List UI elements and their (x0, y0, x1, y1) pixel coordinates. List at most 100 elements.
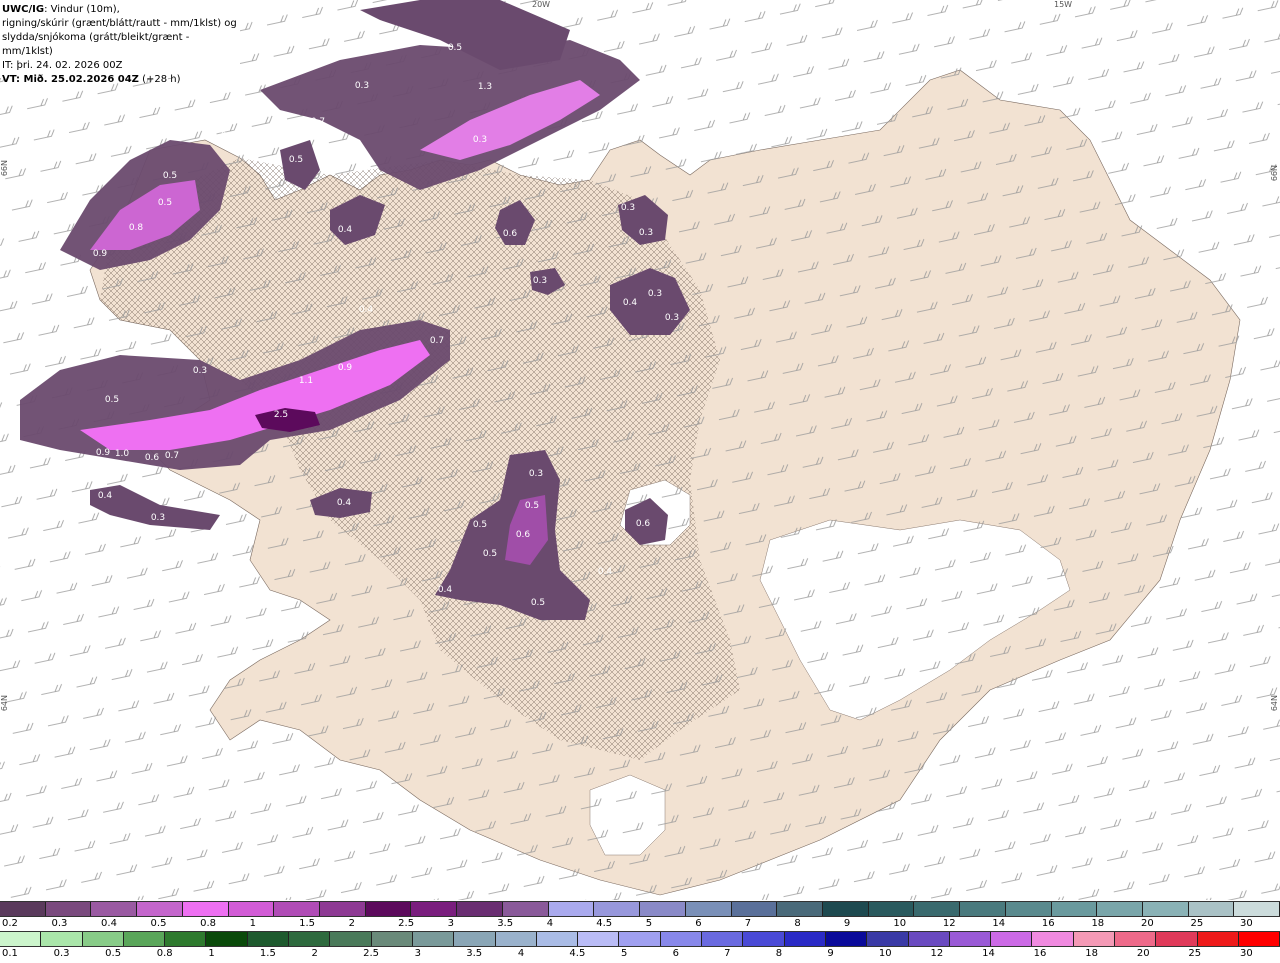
header-line-3: slydda/snjókoma (grátt/bleikt/grænt - mm… (2, 32, 190, 57)
legend-swatch (137, 902, 183, 916)
legend-swatch (702, 932, 744, 946)
legend-swatch (660, 932, 703, 946)
legend-snow-swatches (0, 901, 1280, 917)
legend-label: 18 (1091, 918, 1105, 929)
legend-swatch (640, 902, 686, 916)
legend-swatch (1051, 902, 1098, 916)
legend-label: 2 (311, 948, 318, 959)
legend-label: 3.5 (497, 918, 514, 929)
legend-swatch (0, 902, 46, 916)
legend-swatch (495, 932, 537, 946)
precip-value-label: 0.5 (473, 520, 487, 530)
legend-label: 14 (982, 948, 995, 959)
header-line-4: IT: þri. 24. 02. 2026 00Z (2, 60, 123, 71)
legend-label: 1 (208, 948, 215, 959)
precip-value-label: 0.5 (525, 501, 539, 511)
legend-label: 30 (1240, 918, 1253, 929)
legend-swatch (949, 932, 992, 946)
legend-label: 5 (621, 948, 628, 959)
legend-label: 0.8 (156, 948, 173, 959)
legend-swatch (536, 932, 579, 946)
precip-value-label: 0.9 (93, 249, 108, 259)
header-line-5: VT: Mið. 25.02.2026 04Z (+28 h) (2, 74, 181, 85)
legend-swatch (320, 902, 366, 916)
legend-label: 20 (1136, 948, 1150, 959)
legend-label: 8 (794, 918, 801, 929)
legend-label: 10 (893, 918, 907, 929)
legend-swatch (206, 932, 248, 946)
legend-label: 0.3 (53, 948, 70, 959)
legend-label: 4 (517, 948, 525, 959)
legend-swatch (991, 932, 1033, 946)
legend-label: 1.5 (259, 948, 276, 959)
legend-label: 0.2 (2, 918, 18, 929)
legend-swatch (1156, 932, 1198, 946)
legend-label: 25 (1188, 948, 1202, 959)
legend-swatch (1097, 902, 1143, 916)
legend-swatch (1115, 932, 1157, 946)
grid-label-left-64n: 64N (0, 695, 9, 712)
precip-value-label: 0.3 (639, 228, 653, 238)
precip-value-label: 0.5 (105, 395, 119, 405)
precip-value-label: 1.0 (115, 449, 130, 459)
legend-label: 12 (942, 918, 956, 929)
legend-label: 3 (447, 918, 455, 929)
precip-value-label: 0.3 (648, 289, 662, 299)
legend-swatch (619, 932, 661, 946)
precip-value-label: 0.3 (238, 138, 252, 148)
legend-label: 9 (827, 948, 834, 959)
legend-label: 9 (843, 918, 851, 929)
precip-value-label: 0.7 (311, 117, 325, 127)
legend-label: 14 (992, 918, 1006, 929)
precip-value-label: 0.4 (98, 491, 113, 501)
precip-value-label: 0.5 (289, 155, 303, 165)
legend-label: 7 (744, 918, 752, 929)
map-header: UWC/IG: Vindur (10m), rigning/skúrir (gr… (0, 0, 240, 85)
legend-label: 0.5 (105, 948, 122, 959)
precip-value-label: 0.5 (483, 549, 497, 559)
precip-value-label: 0.7 (221, 131, 235, 141)
precip-value-label: 0.3 (529, 469, 543, 479)
legend-label: 2.5 (363, 948, 379, 959)
legend-swatch (731, 902, 778, 916)
legend-label: 1.5 (299, 918, 316, 929)
precip-value-label: 0.6 (145, 453, 160, 463)
precip-value-label: 0.4 (337, 498, 352, 508)
legend-swatch (412, 932, 455, 946)
legend-swatch (685, 902, 732, 916)
legend-label: 16 (1041, 918, 1055, 929)
legend-swatch (1005, 902, 1052, 916)
precip-value-label: 0.4 (598, 567, 613, 577)
legend-swatch (228, 902, 275, 916)
legend-label: 0.5 (150, 918, 167, 929)
legend-swatch (868, 902, 915, 916)
legend-swatch (330, 932, 372, 946)
header-line-2: rigning/skúrir (grænt/blátt/rautt - mm/1… (2, 18, 237, 29)
precip-value-label: 0.9 (96, 448, 111, 458)
legend-swatch (411, 902, 458, 916)
legend-rain-swatches (0, 931, 1280, 947)
precip-value-label: 0.5 (448, 43, 462, 53)
legend-swatch (0, 932, 42, 946)
legend-label: 0.3 (51, 918, 68, 929)
precip-value-label: 0.6 (503, 229, 518, 239)
legend-swatch (457, 902, 503, 916)
grid-label-right-64n: 64N (1270, 695, 1279, 712)
weather-map: 0.5 0.3 1.3 0.3 0.7 0.3 0.7 0.5 0.5 0.5 0.8 0.9 0.4 0… (0, 0, 1280, 900)
legend-label: 7 (724, 948, 731, 959)
legend-swatch (825, 932, 868, 946)
legend-swatch (123, 932, 166, 946)
header-line-1: UWC/IG: Vindur (10m), (2, 4, 120, 15)
legend-swatch (502, 902, 549, 916)
legend-swatch (45, 902, 92, 916)
precip-value-label: 0.3 (533, 276, 547, 286)
legend-label: 4 (546, 918, 554, 929)
precip-value-label: 0.3 (621, 203, 635, 213)
legend-label: 10 (878, 948, 892, 959)
legend-swatch (371, 932, 413, 946)
legend-swatch (1142, 902, 1189, 916)
legend-label: 18 (1085, 948, 1098, 959)
legend-swatch (960, 902, 1006, 916)
legend-swatch (247, 932, 290, 946)
legend-swatch (777, 902, 823, 916)
